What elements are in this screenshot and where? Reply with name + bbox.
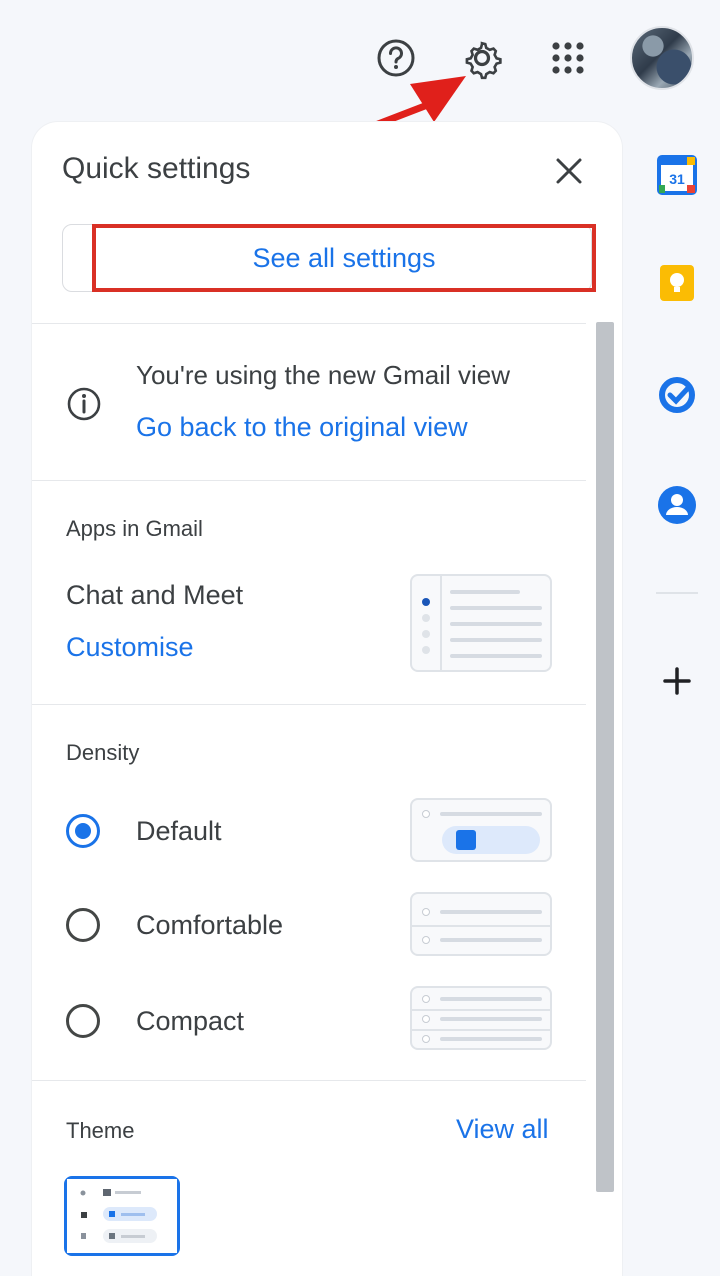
add-icon[interactable] <box>656 660 698 702</box>
tasks-icon[interactable] <box>656 374 698 416</box>
density-option-label: Compact <box>136 1005 245 1036</box>
apps-grid-icon[interactable] <box>546 36 590 80</box>
density-option-label: Default <box>136 815 222 846</box>
divider <box>32 704 586 705</box>
theme-thumbnail[interactable] <box>64 1176 180 1256</box>
density-option-label: Comfortable <box>136 909 284 940</box>
gear-icon[interactable] <box>458 34 506 82</box>
divider <box>32 1080 586 1081</box>
radio-button-checked[interactable] <box>66 814 100 848</box>
theme-heading: Theme <box>66 1118 135 1143</box>
contacts-icon[interactable] <box>656 484 698 526</box>
customise-link[interactable]: Customise <box>66 632 194 663</box>
help-icon[interactable] <box>374 36 418 80</box>
density-heading: Density <box>66 740 140 765</box>
quick-settings-panel <box>32 122 622 1276</box>
avatar[interactable] <box>630 26 694 90</box>
radio-button[interactable] <box>66 1004 100 1038</box>
calendar-icon[interactable]: 31 <box>656 154 698 196</box>
go-back-original-view-link[interactable]: Go back to the original view <box>136 412 468 443</box>
view-all-themes-link[interactable]: View all <box>456 1114 549 1145</box>
density-comfortable-preview <box>410 892 552 956</box>
chat-meet-preview <box>410 574 552 672</box>
see-all-settings-button[interactable]: See all settings <box>92 224 596 292</box>
panel-title: Quick settings <box>62 152 251 185</box>
density-compact-option[interactable]: Compact <box>66 996 386 1046</box>
radio-button[interactable] <box>66 908 100 942</box>
density-default-preview <box>410 798 552 862</box>
divider <box>32 480 586 481</box>
density-comfortable-option[interactable]: Comfortable <box>66 900 386 950</box>
svg-text:31: 31 <box>669 171 685 187</box>
density-compact-preview <box>410 986 552 1050</box>
chat-and-meet-label: Chat and Meet <box>66 580 244 610</box>
apps-in-gmail-heading: Apps in Gmail <box>66 516 203 541</box>
keep-icon[interactable] <box>656 262 698 304</box>
close-icon[interactable] <box>548 150 590 192</box>
divider <box>32 323 586 324</box>
scrollbar[interactable] <box>596 322 614 1192</box>
info-icon <box>64 384 104 424</box>
new-view-notice: You're using the new Gmail view <box>136 360 510 390</box>
rail-divider <box>656 592 698 594</box>
density-default-option[interactable]: Default <box>66 806 386 856</box>
